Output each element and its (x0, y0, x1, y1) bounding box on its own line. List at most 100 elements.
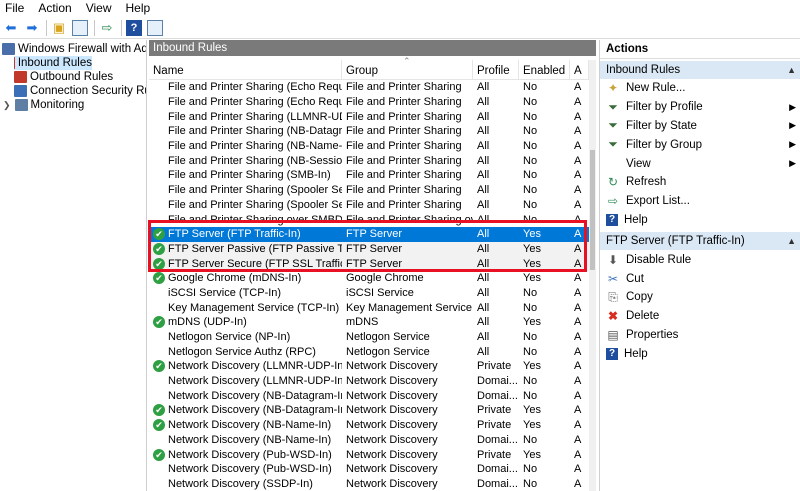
vertical-scrollbar[interactable] (589, 60, 596, 491)
table-row[interactable]: Netlogon Service (NP-In) Netlogon Service… (149, 330, 589, 345)
menu-action[interactable]: Action (31, 0, 78, 17)
scrollbar-thumb[interactable] (590, 150, 595, 270)
filter-icon: ⏷ (608, 137, 618, 152)
table-row[interactable]: File and Printer Sharing (Spooler Servic… (149, 183, 589, 198)
tree-item-outbound-rules[interactable]: Outbound Rules (14, 70, 113, 84)
cell-name: Network Discovery (NB-Datagram-In) (149, 390, 342, 402)
table-row[interactable]: File and Printer Sharing over SMBDirect … (149, 212, 589, 227)
back-arrow-icon[interactable]: ⬅ (3, 20, 19, 36)
column-header-name[interactable]: Name (149, 60, 342, 80)
cell-enabled: No (523, 169, 538, 182)
table-row[interactable]: File and Printer Sharing (Spooler Servic… (149, 198, 589, 213)
table-row[interactable]: File and Printer Sharing (NB-Name-In) Fil… (149, 139, 589, 154)
table-row[interactable]: Network Discovery (LLMNR-UDP-In) Network … (149, 374, 589, 389)
table-row[interactable]: File and Printer Sharing (LLMNR-UDP-In) F… (149, 109, 589, 124)
cell-name: iSCSI Service (TCP-In) (149, 287, 342, 299)
column-header-action[interactable]: A (570, 60, 589, 80)
cell-name: ✔ Network Discovery (Pub-WSD-In) (149, 448, 342, 461)
table-row[interactable]: File and Printer Sharing (NB-Session-In)… (149, 153, 589, 168)
tree-item-label: Inbound Rules (17, 57, 92, 69)
table-row[interactable]: File and Printer Sharing (SMB-In) File an… (149, 168, 589, 183)
enabled-check-icon: ✔ (153, 257, 165, 270)
action-filter-by-state[interactable]: ⏷ Filter by State ▶ (600, 117, 800, 136)
up-folder-icon[interactable]: ▣ (51, 20, 67, 36)
cell-action: A (574, 404, 582, 417)
table-row[interactable]: File and Printer Sharing (Echo Request -… (149, 80, 589, 95)
table-row[interactable]: ✔ Google Chrome (mDNS-In) Google Chrome All… (149, 271, 589, 286)
action-new-rule[interactable]: ✦ New Rule... (600, 79, 800, 98)
cell-profile: All (477, 110, 490, 123)
tree-root[interactable]: Windows Firewall with Advance (2, 42, 146, 56)
help-icon[interactable]: ? (126, 19, 142, 36)
menu-view[interactable]: View (79, 0, 119, 17)
column-header-profile[interactable]: Profile (473, 60, 519, 80)
cell-enabled: No (523, 433, 538, 446)
table-row[interactable]: ✔ FTP Server (FTP Traffic-In) FTP Server Al… (149, 226, 589, 242)
action-filter-by-profile[interactable]: ⏷ Filter by Profile ▶ (600, 98, 800, 117)
disabled-blank-icon (153, 287, 165, 299)
action-label: Delete (626, 310, 660, 323)
table-row[interactable]: File and Printer Sharing (NB-Datagram-In… (149, 124, 589, 139)
actions-section-inbound-rules[interactable]: Inbound Rules ▲ (600, 61, 800, 79)
show-action-pane-icon[interactable] (147, 19, 163, 36)
action-refresh[interactable]: ↻ Refresh (600, 173, 800, 192)
table-row[interactable]: Network Discovery (Pub-WSD-In) Network Di… (149, 462, 589, 477)
action-filter-by-group[interactable]: ⏷ Filter by Group ▶ (600, 135, 800, 154)
forward-arrow-icon[interactable]: ➡ (24, 20, 40, 36)
collapse-icon[interactable]: ▲ (787, 61, 796, 79)
firewall-icon (2, 43, 15, 55)
table-row[interactable]: ✔ Network Discovery (Pub-WSD-In) Network D… (149, 447, 589, 462)
action-help[interactable]: ? Help (600, 211, 800, 230)
table-row[interactable]: Key Management Service (TCP-In) Key Manag… (149, 300, 589, 315)
toolbar-separator (46, 19, 47, 36)
action-copy[interactable]: ⎘ Copy (600, 288, 800, 307)
cell-group: Network Discovery (346, 419, 438, 432)
show-hide-tree-icon[interactable] (72, 19, 88, 36)
table-row[interactable]: ✔FTP Server Passive (FTP Passive Traffic… (149, 241, 589, 257)
cell-enabled: Yes (523, 242, 541, 255)
action-disable-rule[interactable]: ⬇ Disable Rule (600, 250, 800, 269)
table-row[interactable]: ✔ Network Discovery (NB-Name-In) Network D… (149, 418, 589, 433)
cell-action: A (574, 257, 582, 270)
sort-ascending-icon: ⌃ (403, 56, 411, 66)
rule-name: Network Discovery (NB-Name-In) (168, 433, 332, 446)
table-row[interactable]: iSCSI Service (TCP-In) iSCSI Service All No… (149, 286, 589, 301)
rule-name: Network Discovery (NB-Datagram-In) (168, 404, 342, 417)
table-row[interactable]: ✔ mDNS (UDP-In) mDNS All Yes A (149, 315, 589, 330)
rules-table: File and Printer Sharing (Echo Request -… (149, 80, 589, 491)
action-delete[interactable]: ✖ Delete (600, 307, 800, 326)
rule-name: File and Printer Sharing (NB-Name-In) (168, 140, 342, 153)
menu-file[interactable]: File (0, 0, 31, 17)
cell-group: Netlogon Service (346, 331, 430, 344)
action-export-list[interactable]: ⇨ Export List... (600, 192, 800, 211)
cell-enabled: Yes (523, 448, 541, 461)
column-header-enabled[interactable]: Enabled (519, 60, 570, 80)
rule-name: Network Discovery (NB-Datagram-In) (168, 389, 342, 402)
tree-item-connection-security-rules[interactable]: Connection Security Rules (14, 84, 146, 98)
cell-enabled: No (523, 198, 538, 211)
table-row[interactable]: Network Discovery (SSDP-In) Network Disco… (149, 477, 589, 491)
action-help-rule[interactable]: ? Help (600, 344, 800, 363)
actions-section-ftp-server[interactable]: FTP Server (FTP Traffic-In) ▲ (600, 232, 800, 251)
action-view[interactable]: View ▶ (600, 154, 800, 173)
export-icon[interactable]: ⇨ (99, 20, 115, 36)
tree-item-inbound-rules[interactable]: Inbound Rules (14, 56, 92, 70)
table-row[interactable]: Netlogon Service Authz (RPC) Netlogon Ser… (149, 344, 589, 359)
action-cut[interactable]: ✂ Cut (600, 269, 800, 288)
table-row[interactable]: Network Discovery (NB-Datagram-In) Networ… (149, 388, 589, 403)
cell-action: A (574, 140, 582, 153)
table-row[interactable]: ✔ Network Discovery (NB-Datagram-In) Netwo… (149, 403, 589, 418)
tree-item-monitoring[interactable]: ❯ Monitoring (3, 98, 84, 112)
expand-chevron-icon[interactable]: ❯ (3, 100, 11, 111)
menu-help[interactable]: Help (119, 0, 158, 17)
action-label: Properties (626, 328, 679, 341)
collapse-icon[interactable]: ▲ (787, 232, 796, 250)
cell-action: A (574, 448, 582, 461)
disable-rule-icon: ⬇ (607, 252, 619, 267)
table-row[interactable]: Network Discovery (NB-Name-In) Network Di… (149, 433, 589, 448)
table-row[interactable]: ✔ Network Discovery (LLMNR-UDP-In) Network… (149, 359, 589, 374)
action-properties[interactable]: ▤ Properties (600, 326, 800, 345)
table-row[interactable]: File and Printer Sharing (Echo Request -… (149, 95, 589, 110)
enabled-check-icon: ✔ (153, 404, 165, 417)
table-row[interactable]: ✔FTP Server Secure (FTP SSL Traffic-In)F… (149, 256, 589, 271)
